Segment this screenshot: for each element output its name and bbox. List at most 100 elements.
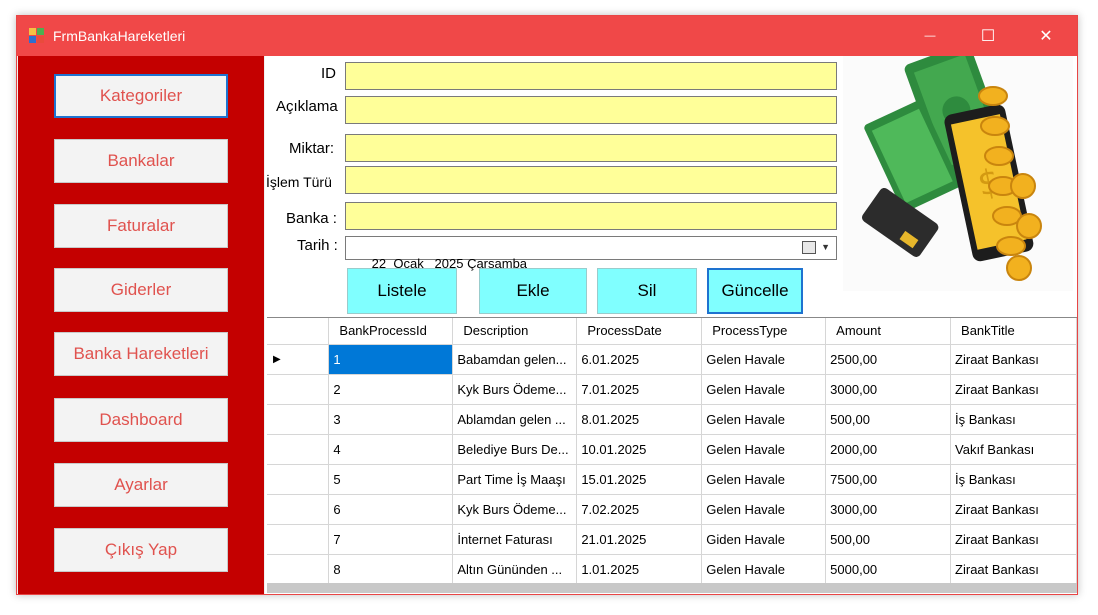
column-header-banktitle[interactable]: BankTitle (950, 318, 1077, 345)
table-cell[interactable]: 7 (328, 524, 454, 555)
table-cell[interactable]: 3000,00 (825, 494, 952, 525)
minimize-button[interactable]: — (901, 16, 959, 56)
table-cell[interactable]: Ziraat Bankası (950, 554, 1077, 585)
table-cell[interactable]: Gelen Havale (701, 374, 827, 405)
table-cell[interactable]: Gelen Havale (701, 404, 827, 435)
sil-button[interactable]: Sil (597, 268, 697, 314)
row-header[interactable] (267, 524, 330, 555)
ekle-button[interactable]: Ekle (479, 268, 587, 314)
close-button[interactable]: ✕ (1017, 16, 1075, 56)
table-cell[interactable]: Ziraat Bankası (950, 494, 1077, 525)
table-cell[interactable]: Gelen Havale (701, 464, 827, 495)
maximize-button[interactable]: ☐ (959, 16, 1017, 56)
table-cell[interactable]: Gelen Havale (701, 344, 827, 375)
table-cell[interactable]: 7.01.2025 (576, 374, 703, 405)
column-header-processdate[interactable]: ProcessDate (576, 318, 703, 345)
table-cell[interactable]: Ziraat Bankası (950, 344, 1077, 375)
nav-dashboard-button[interactable]: Dashboard (54, 398, 228, 442)
app-icon (29, 28, 45, 44)
table-cell[interactable]: İnternet Faturası (452, 524, 578, 555)
table-cell[interactable]: Gelen Havale (701, 434, 827, 465)
table-cell[interactable]: 7500,00 (825, 464, 952, 495)
banka-field[interactable] (345, 202, 837, 230)
table-cell[interactable]: 500,00 (825, 524, 952, 555)
table-cell[interactable]: Altın Gününden ... (452, 554, 578, 585)
table-row[interactable]: 6 Kyk Burs Ödeme... 7.02.2025 Gelen Havale 3… (267, 494, 1077, 525)
table-cell[interactable]: İş Bankası (950, 404, 1077, 435)
listele-button[interactable]: Listele (347, 268, 457, 314)
nav-giderler-button[interactable]: Giderler (54, 268, 228, 312)
table-row[interactable]: 7 İnternet Faturası 21.01.2025 Giden Havale… (267, 524, 1077, 555)
horizontal-scrollbar[interactable] (267, 583, 1077, 593)
column-header-bankprocessid[interactable]: BankProcessId (328, 318, 454, 345)
table-cell[interactable]: Belediye Burs De... (452, 434, 578, 465)
column-header-amount[interactable]: Amount (825, 318, 952, 345)
nav-banka-hareketleri-button[interactable]: Banka Hareketleri (54, 332, 228, 376)
islem-turu-field[interactable] (345, 166, 837, 194)
row-header[interactable] (267, 464, 330, 495)
row-header[interactable] (267, 554, 330, 585)
table-cell[interactable]: 500,00 (825, 404, 952, 435)
table-cell[interactable]: 5000,00 (825, 554, 952, 585)
bank-process-grid[interactable]: BankProcessId Description ProcessDate Pr… (267, 317, 1077, 593)
table-cell[interactable]: Kyk Burs Ödeme... (452, 494, 578, 525)
row-header[interactable] (267, 404, 330, 435)
table-cell[interactable]: 10.01.2025 (576, 434, 703, 465)
guncelle-button[interactable]: Güncelle (707, 268, 803, 314)
table-cell[interactable]: Kyk Burs Ödeme... (452, 374, 578, 405)
table-cell[interactable]: 1.01.2025 (576, 554, 703, 585)
row-header[interactable] (267, 494, 330, 525)
table-cell[interactable]: 3 (328, 404, 454, 435)
nav-kategoriler-button[interactable]: Kategoriler (54, 74, 228, 118)
table-cell[interactable]: 15.01.2025 (576, 464, 703, 495)
table-cell[interactable]: 8.01.2025 (576, 404, 703, 435)
id-field[interactable] (345, 62, 837, 90)
table-cell[interactable]: 21.01.2025 (576, 524, 703, 555)
row-header[interactable]: ▶ (267, 344, 330, 375)
islem-turu-label: İşlem Türü (266, 174, 332, 190)
table-cell[interactable]: Babamdan gelen... (452, 344, 578, 375)
table-cell[interactable]: Ziraat Bankası (950, 374, 1077, 405)
table-cell[interactable]: 6.01.2025 (576, 344, 703, 375)
sidebar: Kategoriler Bankalar Faturalar Giderler … (18, 56, 264, 594)
chevron-down-icon[interactable]: ▼ (821, 242, 830, 252)
table-cell[interactable]: 2500,00 (825, 344, 952, 375)
tarih-datepicker[interactable]: 22 Ocak 2025 Çarşamba ▼ (345, 236, 837, 271)
nav-cikis-yap-button[interactable]: Çıkış Yap (54, 528, 228, 572)
table-cell[interactable]: 1 (328, 344, 454, 375)
aciklama-field[interactable] (345, 96, 837, 124)
table-cell[interactable]: Ablamdan gelen ... (452, 404, 578, 435)
table-cell[interactable]: 2 (328, 374, 454, 405)
table-row[interactable]: 3 Ablamdan gelen ... 8.01.2025 Gelen Havale… (267, 404, 1077, 435)
table-cell[interactable]: 5 (328, 464, 454, 495)
miktar-field[interactable] (345, 134, 837, 162)
table-cell[interactable]: Part Time İş Maaşı (452, 464, 578, 495)
table-cell[interactable]: 8 (328, 554, 454, 585)
table-cell[interactable]: Ziraat Bankası (950, 524, 1077, 555)
nav-bankalar-button[interactable]: Bankalar (54, 139, 228, 183)
table-cell[interactable]: Gelen Havale (701, 554, 827, 585)
row-header[interactable] (267, 374, 330, 405)
main-content: ID Açıklama Miktar: İşlem Türü Banka : T… (265, 56, 1077, 594)
table-cell[interactable]: 4 (328, 434, 454, 465)
table-row[interactable]: 4 Belediye Burs De... 10.01.2025 Gelen Hava… (267, 434, 1077, 465)
column-header-description[interactable]: Description (452, 318, 578, 345)
column-header-processtype[interactable]: ProcessType (701, 318, 827, 345)
table-cell[interactable]: 6 (328, 494, 454, 525)
table-cell[interactable]: Gelen Havale (701, 494, 827, 525)
table-cell[interactable]: Vakıf Bankası (950, 434, 1077, 465)
table-cell[interactable]: Giden Havale (701, 524, 827, 555)
nav-ayarlar-button[interactable]: Ayarlar (54, 463, 228, 507)
table-row[interactable]: 5 Part Time İş Maaşı 15.01.2025 Gelen Haval… (267, 464, 1077, 495)
table-cell[interactable]: 7.02.2025 (576, 494, 703, 525)
table-cell[interactable]: 3000,00 (825, 374, 952, 405)
calendar-icon[interactable] (802, 241, 816, 254)
table-row[interactable]: 8 Altın Gününden ... 1.01.2025 Gelen Havale… (267, 554, 1077, 585)
table-cell[interactable]: 2000,00 (825, 434, 952, 465)
nav-faturalar-button[interactable]: Faturalar (54, 204, 228, 248)
title-bar[interactable]: FrmBankaHareketleri — ☐ ✕ (17, 16, 1077, 56)
table-row[interactable]: ▶ 1 Babamdan gelen... 6.01.2025 Gelen Havale… (267, 344, 1077, 375)
table-row[interactable]: 2 Kyk Burs Ödeme... 7.01.2025 Gelen Havale 3… (267, 374, 1077, 405)
table-cell[interactable]: İş Bankası (950, 464, 1077, 495)
row-header[interactable] (267, 434, 330, 465)
